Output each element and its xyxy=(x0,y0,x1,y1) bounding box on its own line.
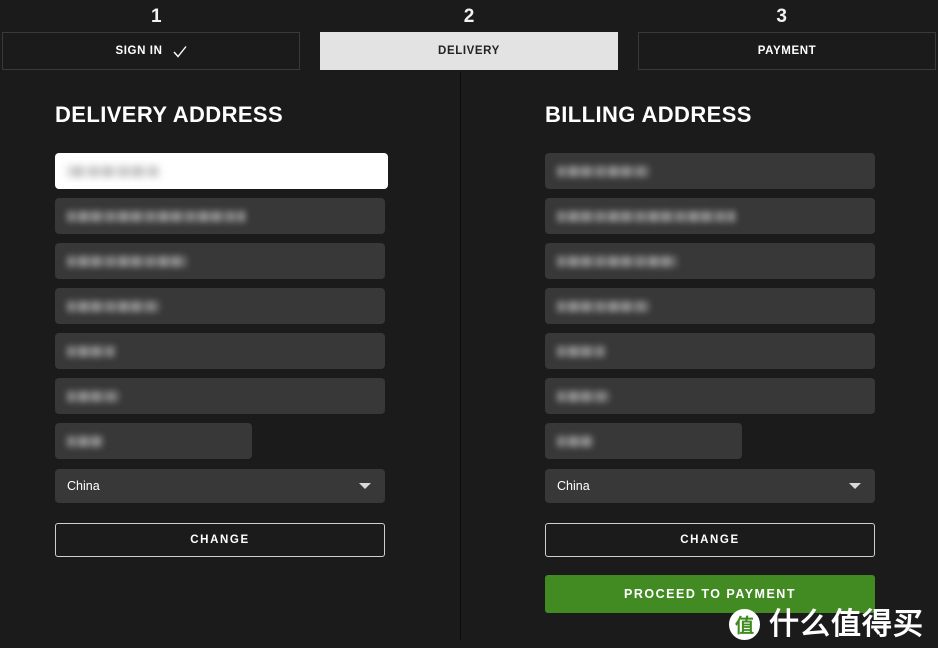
billing-province-field[interactable] xyxy=(545,378,875,414)
delivery-phone-field[interactable] xyxy=(55,423,252,459)
billing-address-line-1-field[interactable] xyxy=(545,198,875,234)
step-number-1: 1 xyxy=(151,6,162,27)
chevron-down-icon xyxy=(359,483,371,489)
delivery-postal-code-field[interactable] xyxy=(55,333,385,369)
billing-country-select[interactable]: China xyxy=(545,469,875,503)
tab-delivery-label: DELIVERY xyxy=(438,45,500,57)
billing-postal-code-field[interactable] xyxy=(545,333,875,369)
redacted-value xyxy=(557,210,735,222)
column-divider xyxy=(460,72,461,640)
delivery-address-title: DELIVERY ADDRESS xyxy=(55,102,284,127)
delivery-country-select[interactable]: China xyxy=(55,469,385,503)
redacted-value xyxy=(67,300,159,312)
check-icon xyxy=(172,45,187,59)
chevron-down-icon xyxy=(849,483,861,489)
redacted-value xyxy=(557,300,649,312)
redacted-value xyxy=(67,255,187,267)
tab-payment[interactable]: PAYMENT xyxy=(638,32,936,70)
step-number-row: 1 2 3 xyxy=(0,2,938,32)
delivery-city-field[interactable] xyxy=(55,288,385,324)
redacted-value xyxy=(67,210,245,222)
billing-address-line-2-field[interactable] xyxy=(545,243,875,279)
billing-change-button[interactable]: CHANGE xyxy=(545,523,875,557)
delivery-province-field[interactable] xyxy=(55,378,385,414)
delivery-address-line-2-field[interactable] xyxy=(55,243,385,279)
delivery-address-section: DELIVERY ADDRESS China CHANGE xyxy=(0,102,469,640)
step-number-2: 2 xyxy=(463,6,475,27)
step-number-3: 3 xyxy=(776,6,787,27)
tab-payment-label: PAYMENT xyxy=(757,45,817,57)
redacted-value xyxy=(67,345,115,357)
tab-sign-in-label: SIGN IN xyxy=(115,45,163,57)
redacted-value xyxy=(557,390,609,402)
tab-delivery[interactable]: DELIVERY xyxy=(320,32,618,70)
delivery-address-line-1-field[interactable] xyxy=(55,198,385,234)
billing-phone-field[interactable] xyxy=(545,423,742,459)
billing-city-field[interactable] xyxy=(545,288,875,324)
redacted-value xyxy=(557,345,605,357)
redacted-value xyxy=(67,165,159,177)
redacted-value xyxy=(557,255,677,267)
checkout-steps: 1 2 3 SIGN IN DELIVERY PAYMENT xyxy=(0,0,938,72)
redacted-value xyxy=(557,165,649,177)
delivery-name-field[interactable] xyxy=(55,153,388,189)
billing-country-value: China xyxy=(557,479,590,493)
billing-name-field[interactable] xyxy=(545,153,875,189)
billing-address-title: BILLING ADDRESS xyxy=(545,102,752,127)
redacted-value xyxy=(557,435,593,447)
proceed-to-payment-button[interactable]: PROCEED TO PAYMENT xyxy=(545,575,875,613)
redacted-value xyxy=(67,435,103,447)
redacted-value xyxy=(67,390,119,402)
step-tab-row: SIGN IN DELIVERY PAYMENT xyxy=(0,32,938,72)
billing-address-section: BILLING ADDRESS China CHANGE PROCEED TO … xyxy=(469,102,938,640)
checkout-content: DELIVERY ADDRESS China CHANGE BILLING AD… xyxy=(0,72,938,640)
tab-sign-in[interactable]: SIGN IN xyxy=(2,32,300,70)
delivery-change-button[interactable]: CHANGE xyxy=(55,523,385,557)
delivery-country-value: China xyxy=(67,479,100,493)
